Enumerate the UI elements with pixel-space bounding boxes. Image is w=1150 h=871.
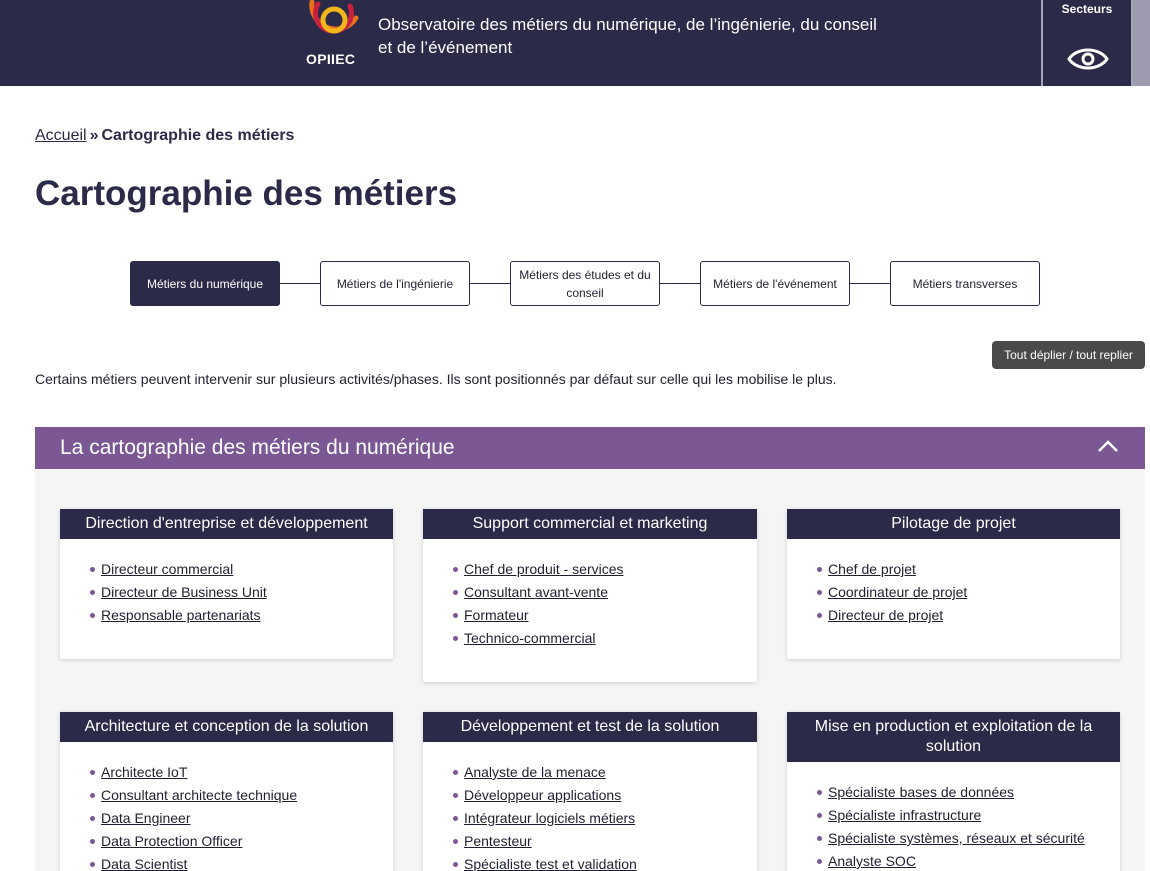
card-title: Mise en production et exploitation de la… bbox=[787, 712, 1120, 762]
job-link[interactable]: Chef de projet bbox=[828, 561, 916, 577]
job-link[interactable]: Consultant architecte technique bbox=[101, 787, 297, 803]
page-title: Cartographie des métiers bbox=[35, 174, 458, 213]
site-header: OPIIEC Observatoire des métiers du numér… bbox=[0, 0, 1150, 86]
list-item: Spécialiste bases de données bbox=[817, 781, 1120, 804]
list-item: Architecte IoT bbox=[90, 761, 393, 784]
list-item: Directeur de Business Unit bbox=[90, 581, 393, 604]
accordion-header[interactable]: La cartographie des métiers du numérique bbox=[35, 427, 1145, 469]
card-direction-entreprise: Direction d'entreprise et développement … bbox=[60, 509, 393, 659]
job-link[interactable]: Analyste SOC bbox=[828, 853, 916, 869]
list-item: Data Scientist bbox=[90, 853, 393, 871]
card-pilotage-projet: Pilotage de projet Chef de projet Coordi… bbox=[787, 509, 1120, 659]
card-title: Pilotage de projet bbox=[787, 509, 1120, 539]
job-link[interactable]: Intégrateur logiciels métiers bbox=[464, 810, 635, 826]
list-item: Consultant avant-vente bbox=[453, 581, 757, 604]
card-title: Direction d'entreprise et développement bbox=[60, 509, 393, 539]
job-link[interactable]: Directeur commercial bbox=[101, 561, 233, 577]
list-item: Directeur de projet bbox=[817, 604, 1120, 627]
opiiec-logo-icon bbox=[309, 0, 359, 34]
card-architecture-conception: Architecture et conception de la solutio… bbox=[60, 712, 393, 871]
eye-icon bbox=[1067, 48, 1109, 70]
job-link[interactable]: Responsable partenariats bbox=[101, 607, 261, 623]
job-link[interactable]: Data Protection Officer bbox=[101, 833, 242, 849]
accordion-title: La cartographie des métiers du numérique bbox=[60, 436, 455, 459]
list-item: Spécialiste systèmes, réseaux et sécurit… bbox=[817, 827, 1120, 850]
job-link[interactable]: Développeur applications bbox=[464, 787, 621, 803]
breadcrumb-home-link[interactable]: Accueil bbox=[35, 127, 87, 144]
job-link[interactable]: Directeur de projet bbox=[828, 607, 943, 623]
list-item: Développeur applications bbox=[453, 784, 757, 807]
card-list: Analyste de la menace Développeur applic… bbox=[423, 742, 757, 871]
list-item: Data Engineer bbox=[90, 807, 393, 830]
list-item: Spécialiste infrastructure bbox=[817, 804, 1120, 827]
job-link[interactable]: Data Engineer bbox=[101, 810, 191, 826]
job-link[interactable]: Spécialiste infrastructure bbox=[828, 807, 981, 823]
job-link[interactable]: Architecte IoT bbox=[101, 764, 187, 780]
tab-metiers-transverses[interactable]: Métiers transverses bbox=[890, 261, 1040, 306]
card-mise-en-production: Mise en production et exploitation de la… bbox=[787, 712, 1120, 871]
card-list: Directeur commercial Directeur de Busine… bbox=[60, 539, 393, 627]
job-link[interactable]: Formateur bbox=[464, 607, 529, 623]
sectors-button[interactable]: Secteurs bbox=[1041, 0, 1133, 86]
job-link[interactable]: Chef de produit - services bbox=[464, 561, 624, 577]
tab-metiers-ingenierie[interactable]: Métiers de l'ingénierie bbox=[320, 261, 470, 306]
list-item: Analyste de la menace bbox=[453, 761, 757, 784]
list-item: Technico-commercial bbox=[453, 627, 757, 650]
job-link[interactable]: Coordinateur de projet bbox=[828, 584, 967, 600]
site-title[interactable]: Observatoire des métiers du numérique, d… bbox=[378, 13, 878, 59]
list-item: Intégrateur logiciels métiers bbox=[453, 807, 757, 830]
job-link[interactable]: Spécialiste bases de données bbox=[828, 784, 1014, 800]
tab-metiers-evenement[interactable]: Métiers de l'événement bbox=[700, 261, 850, 306]
chevron-up-icon[interactable] bbox=[1097, 438, 1119, 454]
list-item: Spécialiste test et validation bbox=[453, 853, 757, 871]
breadcrumb-separator: » bbox=[89, 127, 99, 144]
intro-text: Certains métiers peuvent intervenir sur … bbox=[35, 371, 837, 387]
card-title: Développement et test de la solution bbox=[423, 712, 757, 742]
card-title: Support commercial et marketing bbox=[423, 509, 757, 539]
list-item: Coordinateur de projet bbox=[817, 581, 1120, 604]
list-item: Formateur bbox=[453, 604, 757, 627]
job-link[interactable]: Technico-commercial bbox=[464, 630, 595, 646]
expand-collapse-all-button[interactable]: Tout déplier / tout replier bbox=[992, 341, 1145, 369]
card-support-commercial: Support commercial et marketing Chef de … bbox=[423, 509, 757, 682]
job-link[interactable]: Spécialiste systèmes, réseaux et sécurit… bbox=[828, 830, 1085, 846]
job-link[interactable]: Spécialiste test et validation bbox=[464, 856, 637, 871]
logo-wordmark: OPIIEC bbox=[306, 51, 356, 67]
list-item: Analyste SOC bbox=[817, 850, 1120, 871]
card-list: Spécialiste bases de données Spécialiste… bbox=[787, 762, 1120, 871]
list-item: Chef de produit - services bbox=[453, 558, 757, 581]
tab-metiers-etudes-conseil[interactable]: Métiers des études et du conseil bbox=[510, 261, 660, 306]
tab-metiers-numerique[interactable]: Métiers du numérique bbox=[130, 261, 280, 306]
breadcrumb: Accueil» Cartographie des métiers bbox=[35, 127, 294, 145]
card-list: Chef de produit - services Consultant av… bbox=[423, 539, 757, 650]
card-title: Architecture et conception de la solutio… bbox=[60, 712, 393, 742]
breadcrumb-current: Cartographie des métiers bbox=[101, 127, 295, 144]
list-item: Data Protection Officer bbox=[90, 830, 393, 853]
job-link[interactable]: Analyste de la menace bbox=[464, 764, 606, 780]
job-link[interactable]: Data Scientist bbox=[101, 856, 187, 871]
list-item: Consultant architecte technique bbox=[90, 784, 393, 807]
job-link[interactable]: Consultant avant-vente bbox=[464, 584, 608, 600]
card-developpement-test: Développement et test de la solution Ana… bbox=[423, 712, 757, 871]
list-item: Pentesteur bbox=[453, 830, 757, 853]
job-link[interactable]: Directeur de Business Unit bbox=[101, 584, 267, 600]
header-side-strip bbox=[1133, 0, 1150, 86]
card-list: Chef de projet Coordinateur de projet Di… bbox=[787, 539, 1120, 627]
job-link[interactable]: Pentesteur bbox=[464, 833, 532, 849]
list-item: Directeur commercial bbox=[90, 558, 393, 581]
list-item: Chef de projet bbox=[817, 558, 1120, 581]
card-list: Architecte IoT Consultant architecte tec… bbox=[60, 742, 393, 871]
sectors-label: Secteurs bbox=[1061, 2, 1113, 16]
list-item: Responsable partenariats bbox=[90, 604, 393, 627]
